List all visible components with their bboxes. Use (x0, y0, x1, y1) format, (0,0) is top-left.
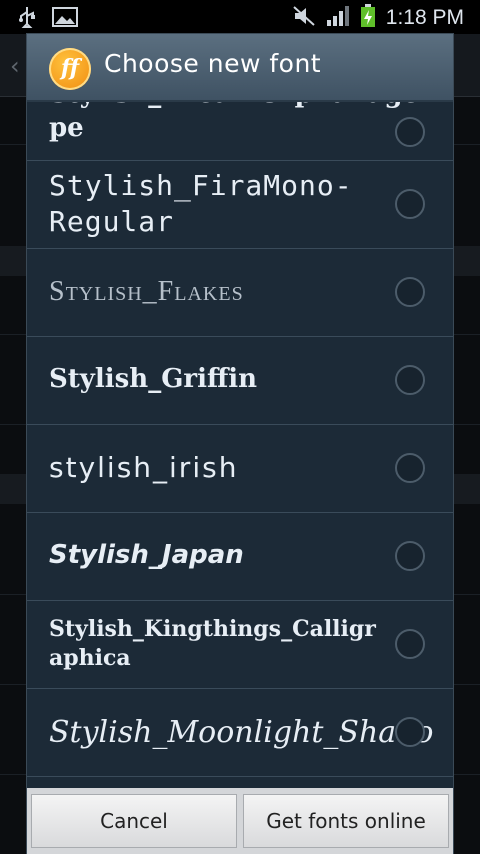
dialog-header: ff Choose new font (27, 34, 453, 102)
font-radio[interactable] (395, 117, 425, 147)
font-item[interactable]: Stylish_Flakes (27, 248, 453, 337)
font-radio[interactable] (395, 453, 425, 483)
font-radio[interactable] (395, 277, 425, 307)
font-item-label: Stylish_DreamOrphanage pe (49, 102, 419, 143)
cancel-button[interactable]: Cancel (31, 794, 237, 848)
font-item-label: Stylish_Kingthings_Calligraphica (49, 616, 376, 671)
font-item[interactable]: Stylish_DreamOrphanage pe (27, 102, 453, 161)
font-item[interactable]: Stylish_Griffin (27, 336, 453, 425)
font-item-label: Stylish_Flakes (49, 275, 244, 307)
font-radio[interactable] (395, 365, 425, 395)
font-item[interactable]: Stylish_FiraMono-Regular (27, 160, 453, 249)
dialog-title: Choose new font (104, 49, 322, 78)
usb-icon (18, 6, 36, 32)
font-radio[interactable] (395, 717, 425, 747)
get-fonts-online-button[interactable]: Get fonts online (243, 794, 449, 848)
app-logo-icon: ff (49, 48, 91, 90)
font-radio[interactable] (395, 629, 425, 659)
dialog-footer: Cancel Get fonts online (27, 788, 453, 854)
font-item-label: stylish_irish (49, 450, 239, 484)
font-item-label: Stylish_FiraMono-Regular (49, 168, 353, 238)
font-item[interactable]: Stylish_Kingthings_Calligraphica (27, 600, 453, 689)
font-item[interactable]: Stylish_Japan (27, 512, 453, 601)
font-radio[interactable] (395, 541, 425, 571)
signal-icon (326, 5, 350, 31)
image-icon (52, 7, 78, 31)
font-item-label: Stylish_Japan (49, 540, 244, 571)
font-item[interactable]: Stylish_Moonlight_Shado (27, 688, 453, 777)
clock: 1:18 PM (385, 6, 464, 29)
font-item-label: Stylish_Griffin (49, 364, 258, 395)
font-list[interactable]: Stylish_DreamOrphanage pe Stylish_FiraMo… (27, 102, 453, 788)
font-item[interactable]: stylish_irish (27, 424, 453, 513)
choose-font-dialog: ff Choose new font Stylish_DreamOrphanag… (27, 34, 453, 854)
back-chevron-icon: ‹ (10, 52, 20, 80)
font-item-label: Stylish_Moonlight_Shado (49, 714, 434, 750)
font-radio[interactable] (395, 189, 425, 219)
battery-charging-icon (360, 4, 376, 32)
mute-icon (292, 5, 316, 31)
status-bar: 1:18 PM (0, 0, 480, 34)
